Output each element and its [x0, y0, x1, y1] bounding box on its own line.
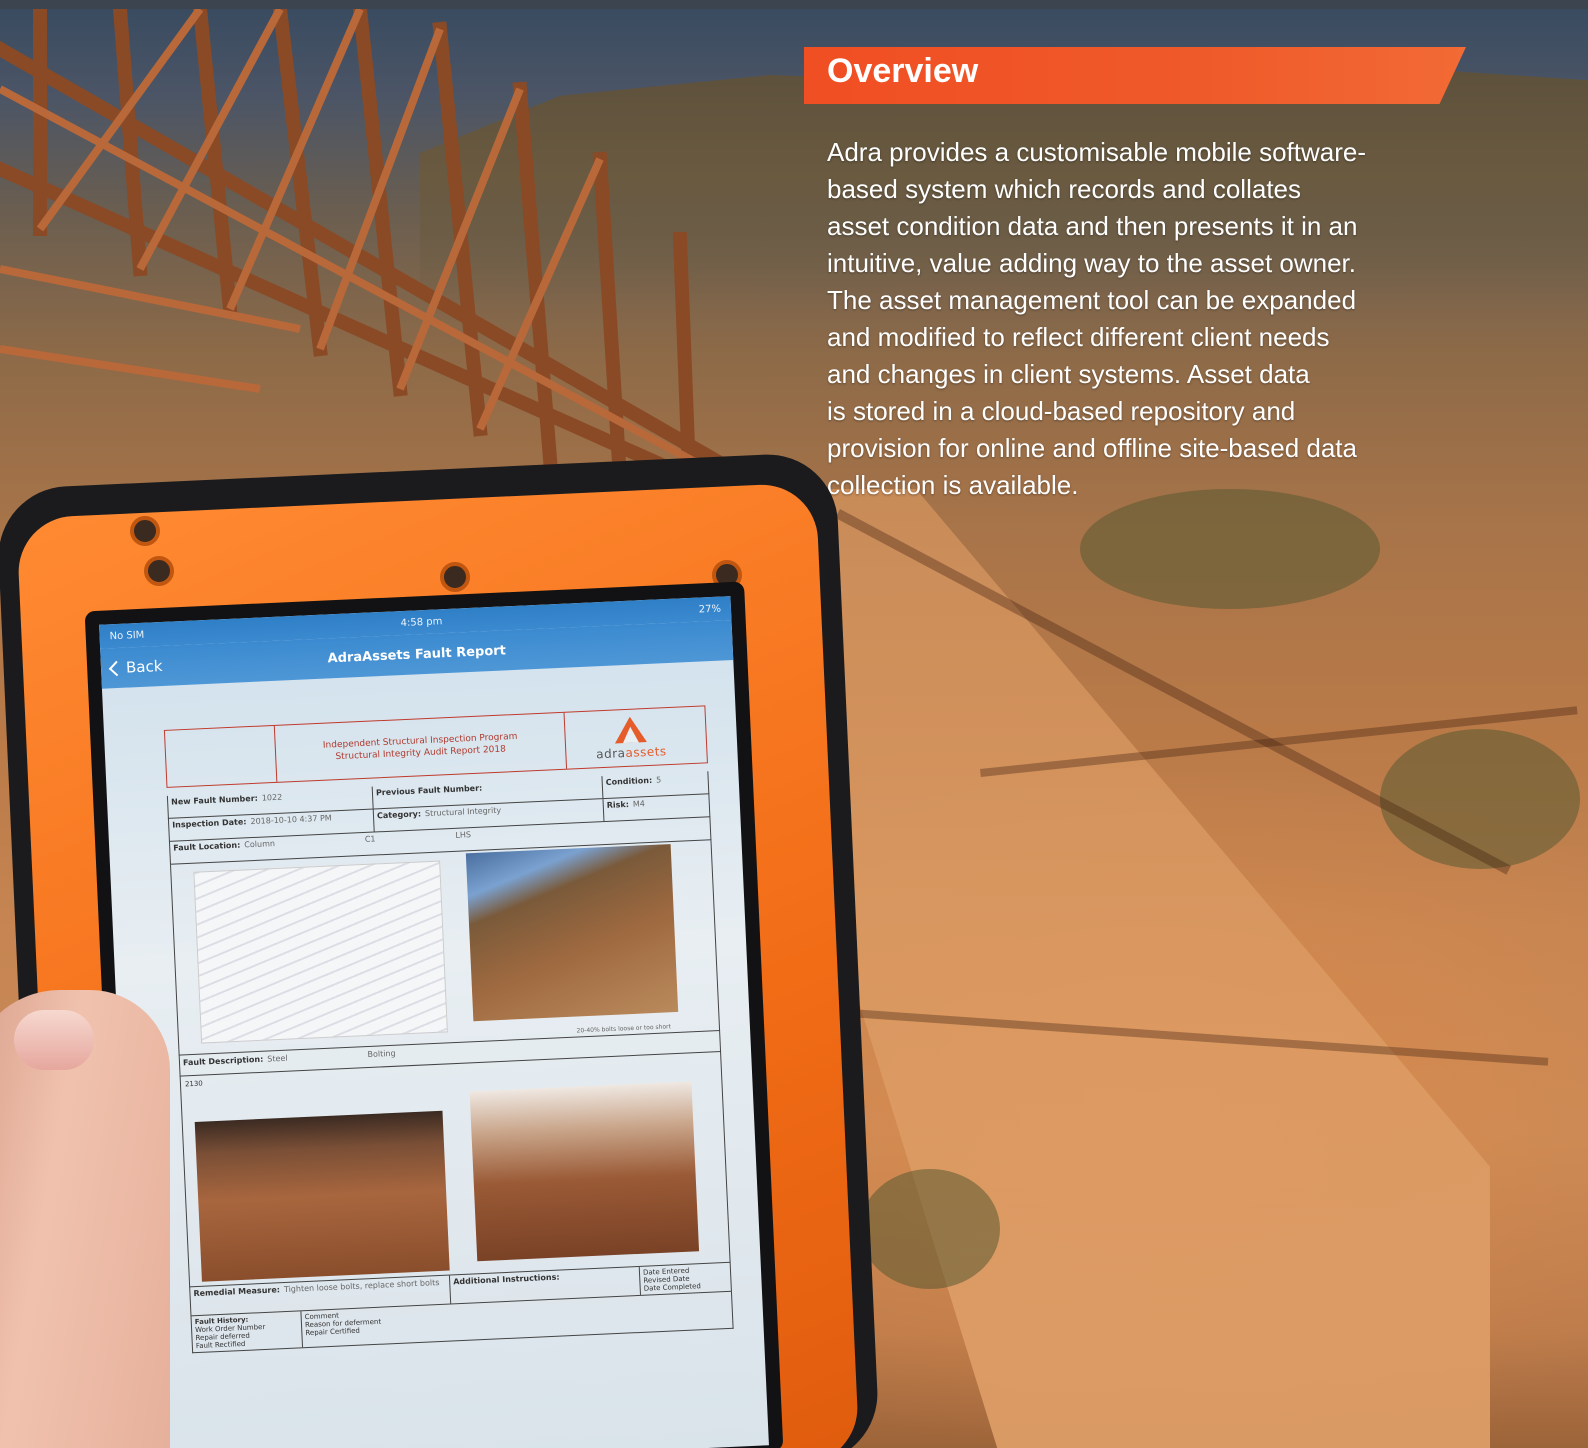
logo-text-a: adra [595, 745, 626, 761]
remedial-label: Remedial Measure: [193, 1285, 281, 1299]
fault-location-label: Fault Location: [173, 840, 241, 853]
case-hole [130, 516, 160, 546]
case-hole [144, 556, 174, 586]
fault-location-c1: C1 [364, 834, 376, 844]
status-time: 4:58 pm [400, 615, 443, 629]
dates-cell: Date Entered Revised Date Date Completed [640, 1263, 731, 1295]
inspection-date-label: Inspection Date: [172, 817, 247, 830]
photo-caption: 20-40% bolts loose or too short [576, 1023, 672, 1035]
chevron-left-icon [108, 660, 125, 676]
fault-description-label: Fault Description: [182, 1054, 264, 1068]
condition-value: 5 [655, 775, 662, 785]
dirt-road [790, 489, 1490, 1448]
new-fault-value: 1022 [261, 792, 283, 803]
back-button[interactable]: Back [101, 657, 163, 678]
gantry-photo[interactable] [465, 844, 679, 1022]
category-label: Category: [376, 809, 422, 821]
inspection-date-value: 2018-10-10 4:37 PM [250, 813, 332, 827]
camera-hole [440, 562, 470, 592]
back-label: Back [125, 656, 163, 677]
bushes [1080, 489, 1380, 609]
tablet-screen: No SIM 4:58 pm 27% Back AdraAssets Fault… [99, 596, 769, 1448]
condition-label: Condition: [605, 775, 653, 787]
fault-photos: 20-40% bolts loose or too short [170, 840, 721, 1056]
top-strip [0, 0, 1588, 9]
new-fault-label: New Fault Number: [170, 793, 259, 807]
fault-report: Independent Structural Inspection Progra… [163, 705, 734, 1354]
battery-level: 27% [698, 603, 722, 616]
bracing-photo-right[interactable] [469, 1081, 700, 1262]
history-left: Fault History: Work Order Number Repair de… [191, 1311, 304, 1353]
carrier-label: No SIM [109, 629, 145, 642]
bushes [1380, 729, 1580, 869]
header-blank [164, 725, 278, 787]
risk-value: M4 [632, 799, 646, 809]
fault-description-value: Steel [267, 1053, 288, 1064]
adra-logo: adraassets [565, 707, 697, 769]
overview-body: Adra provides a customisable mobile soft… [827, 137, 1367, 500]
risk-label: Risk: [606, 799, 630, 810]
logo-text-b: assets [625, 743, 667, 760]
bracing-photo-left[interactable] [194, 1110, 450, 1282]
overview-title: Overview [827, 52, 979, 90]
drawing-number: 2130 [184, 1079, 203, 1089]
detail-photos: 2130 [179, 1051, 731, 1288]
fault-description-type: Bolting [367, 1048, 396, 1060]
logo-text: adraassets [596, 744, 667, 761]
engineering-drawing[interactable] [193, 860, 448, 1044]
category-value: Structural Integrity [424, 805, 502, 819]
adra-logo-icon [613, 715, 647, 743]
thumbnail [14, 1010, 94, 1070]
bushes [860, 1169, 1000, 1289]
conveyor-gantry [0, 9, 820, 529]
fault-location-value: Column [244, 839, 276, 850]
fault-location-side: LHS [455, 830, 472, 840]
